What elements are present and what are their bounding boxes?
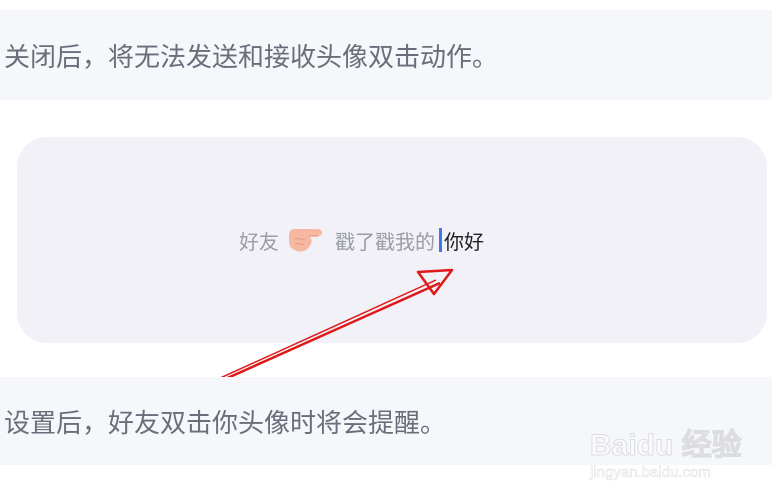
watermark-url: jingyan.baidu.com [590, 464, 711, 482]
baidu-watermark: Baidu 经验 jingyan.baidu.com [590, 420, 760, 490]
on-description-text: 设置后，好友双击你头像时将会提醒。 [4, 408, 447, 439]
settings-page: 关闭后，将无法发送和接收头像双击动作。 好友 戳了戳我的 你好 设置后，好友双击… [0, 0, 772, 502]
watermark-logo: Baidu 经验 [590, 429, 743, 463]
